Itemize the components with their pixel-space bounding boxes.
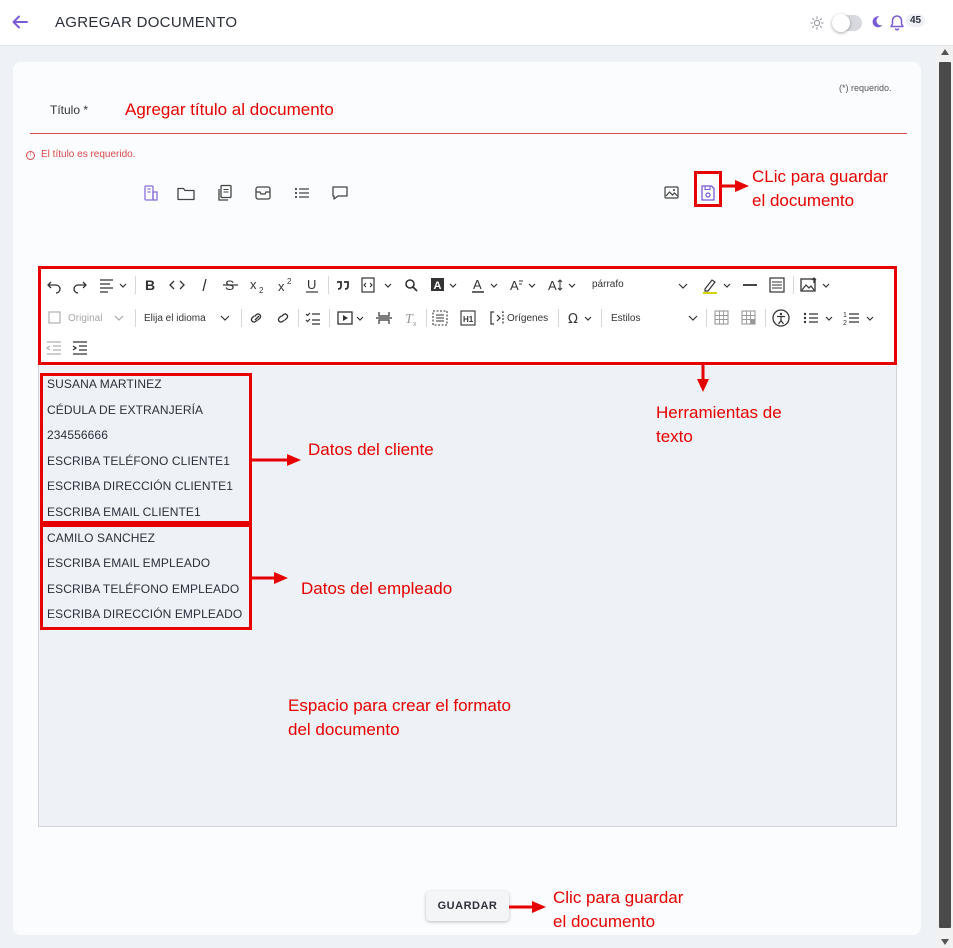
scroll-up-arrow-icon[interactable] [941,49,949,55]
annotation-employee-data-box [40,524,252,630]
comment-icon[interactable] [330,183,350,203]
page-scrollbar[interactable] [937,46,953,948]
moon-icon [870,15,884,29]
annotation-employee-data: Datos del empleado [301,579,453,598]
annotation-save-top-line1: CLic para guardar [752,167,889,186]
toggle-knob [832,14,850,32]
notification-count: 45 [906,14,926,27]
save-button[interactable]: GUARDAR [426,891,509,921]
annotation-format-space-line2: del documento [288,720,400,739]
annotation-client-data-box [40,373,252,524]
copy-document-icon[interactable] [215,183,235,203]
scroll-thumb[interactable] [939,62,951,928]
scroll-down-arrow-icon[interactable] [941,939,949,945]
archive-icon[interactable] [253,183,273,203]
annotation-text-tools-line2: texto [656,427,693,446]
annotation-format-space-line1: Espacio para crear el formato [288,696,511,715]
back-arrow-icon[interactable] [10,12,30,32]
list-icon[interactable] [292,183,312,203]
annotation-add-title: Agregar título al documento [125,100,334,119]
annotation-toolbar-box [38,266,897,365]
document-template-icon[interactable] [141,183,161,203]
page-title: AGREGAR DOCUMENTO [55,14,238,31]
error-icon: ! [26,151,35,160]
required-note: (*) requerido. [839,83,892,93]
folder-icon[interactable] [176,183,196,203]
top-bar: AGREGAR DOCUMENTO 45 [0,0,953,46]
sun-icon [810,16,824,30]
theme-toggle[interactable] [832,14,862,32]
annotation-save-bottom-line1: Clic para guardar [553,888,684,907]
image-gallery-icon[interactable] [662,183,682,203]
annotation-save-top-line2: el documento [752,191,855,210]
title-error-message: El título es requerido. [41,149,136,160]
annotation-save-bottom-line2: el documento [553,912,656,931]
annotation-text-tools-line1: Herramientas de [656,403,782,422]
title-label: Título * [50,103,89,117]
bell-icon[interactable] [889,14,905,32]
annotation-save-icon-box [694,171,722,207]
annotation-client-data: Datos del cliente [308,440,434,459]
